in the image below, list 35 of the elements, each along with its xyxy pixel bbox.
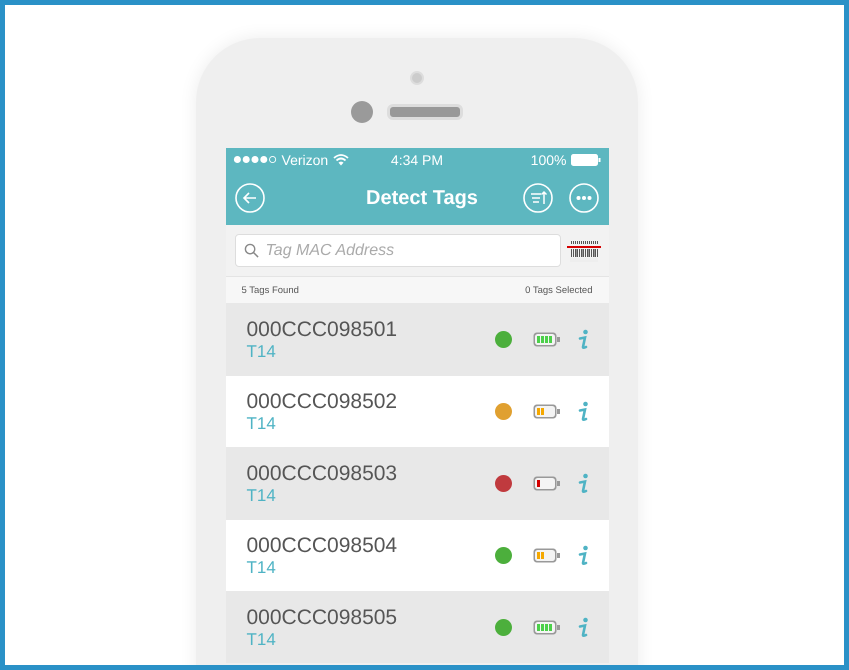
search-field[interactable]: Tag MAC Address	[234, 234, 560, 267]
signal-icon	[232, 155, 276, 164]
tag-row[interactable]: 000CCC098501 T14	[226, 303, 608, 375]
search-icon	[244, 243, 258, 258]
status-time: 4:34 PM	[390, 152, 444, 168]
more-button[interactable]	[569, 183, 600, 213]
tag-id: 000CCC098501	[246, 318, 398, 342]
tag-type: T14	[246, 342, 277, 362]
sort-button[interactable]	[523, 183, 554, 213]
sensor-icon	[351, 101, 373, 123]
tag-id: 000CCC098503	[246, 462, 398, 486]
info-button[interactable]	[578, 616, 590, 638]
wifi-icon	[333, 154, 350, 166]
tag-type: T14	[246, 558, 277, 578]
tags-found-count: 5 Tags Found	[242, 284, 299, 296]
tag-row[interactable]: 000CCC098505 T14	[226, 591, 608, 663]
tag-type: T14	[246, 414, 277, 434]
tag-row[interactable]: 000CCC098503 T14	[226, 447, 608, 519]
info-button[interactable]	[578, 472, 590, 494]
tag-id: 000CCC098504	[246, 534, 398, 558]
battery-icon	[571, 154, 602, 166]
speaker-icon	[387, 104, 463, 120]
tag-id: 000CCC098502	[246, 390, 398, 414]
info-button[interactable]	[578, 400, 590, 422]
battery-percent: 100%	[530, 152, 566, 168]
back-button[interactable]	[234, 183, 264, 213]
screen-title: Detect Tags	[366, 186, 478, 210]
tags-selected-count: 0 Tags Selected	[525, 284, 592, 296]
info-button[interactable]	[578, 544, 590, 566]
camera-icon	[410, 71, 424, 85]
info-button[interactable]	[578, 328, 590, 350]
tag-id: 000CCC098505	[246, 606, 398, 630]
tag-type: T14	[246, 486, 277, 506]
tag-type: T14	[246, 630, 277, 650]
carrier-name: Verizon	[282, 152, 328, 168]
